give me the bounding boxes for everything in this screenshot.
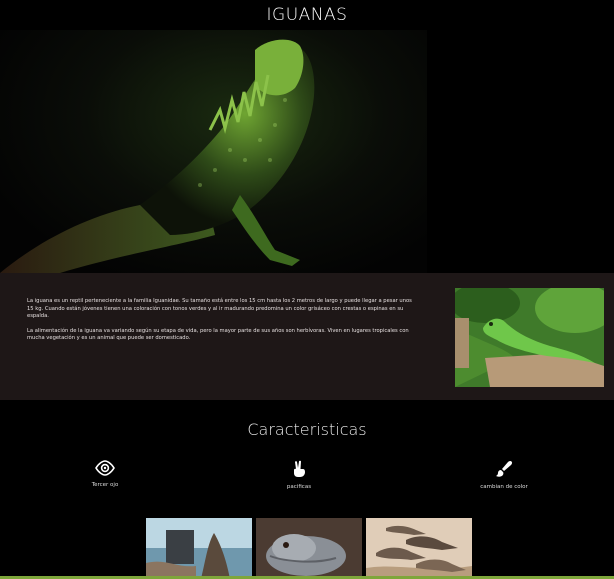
feature-label: cambian de color: [480, 484, 528, 490]
feature-label: Tercer ojo: [91, 482, 119, 488]
section-title: Caracteristicas: [247, 420, 367, 439]
green-iguana-image: [455, 288, 604, 387]
feature-tercer-ojo: Tercer ojo: [45, 460, 165, 488]
info-paragraph-1: La iguana es un reptil perteneciente a l…: [27, 298, 412, 320]
gallery-image-beach[interactable]: [146, 518, 252, 579]
hero-image: [0, 30, 427, 273]
feature-label: pacificas: [286, 484, 312, 490]
info-paragraph-2: La alimentación de la iguana va variando…: [27, 327, 409, 342]
gallery-image-closeup[interactable]: [256, 518, 362, 579]
eye-icon: [95, 460, 115, 476]
page-header: IGUANAS: [0, 0, 614, 30]
feature-cambian-color: cambian de color: [444, 460, 564, 490]
info-text: La iguana es un reptil perteneciente a l…: [27, 298, 417, 350]
peace-hand-icon: [294, 460, 305, 477]
info-section: La iguana es un reptil perteneciente a l…: [0, 273, 614, 400]
feature-pacificas: pacificas: [239, 460, 359, 490]
paintbrush-icon: [496, 460, 513, 477]
gallery-image-group[interactable]: [366, 518, 472, 579]
page-title: IGUANAS: [266, 5, 348, 25]
